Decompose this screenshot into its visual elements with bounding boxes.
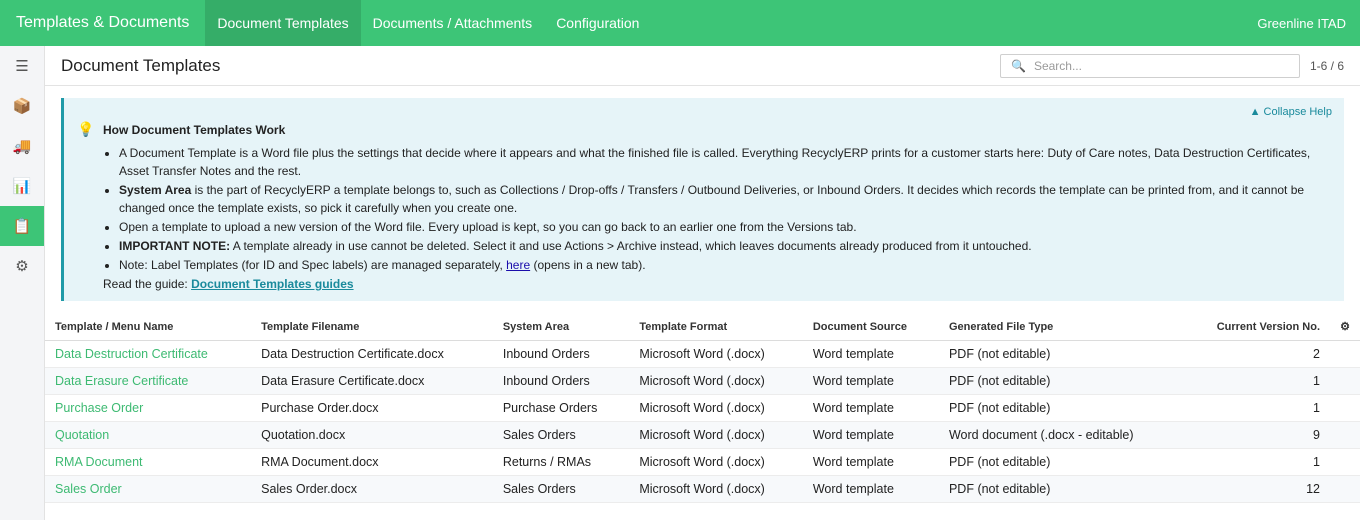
truck-icon[interactable]: 🚚 [0, 126, 44, 166]
template-name-link[interactable]: Data Erasure Certificate [45, 367, 252, 395]
search-icon: 🔍 [1011, 58, 1026, 73]
cell-system-area: Inbound Orders [492, 367, 630, 395]
column-settings-icon[interactable]: ⚙ [1330, 314, 1360, 341]
col-template-filename[interactable]: Template Filename [251, 314, 493, 341]
search-input[interactable] [1033, 58, 1274, 73]
cell-empty [1330, 421, 1360, 449]
page-title: Document Templates [61, 55, 221, 75]
top-nav: Document Templates Documents / Attachmen… [205, 0, 651, 46]
menu-icon[interactable]: ☰ [0, 46, 44, 86]
cell-filename: RMA Document.docx [251, 448, 493, 476]
app-brand[interactable]: Templates & Documents [0, 0, 205, 46]
col-current-version[interactable]: Current Version No. [1182, 314, 1330, 341]
cell-system-area: Sales Orders [492, 421, 630, 449]
template-name-link[interactable]: Data Destruction Certificate [45, 340, 252, 368]
help-panel: ▲ Collapse Help 💡 How Document Templates… [61, 98, 1344, 301]
cell-file-type: Word document (.docx - editable) [938, 421, 1183, 449]
table-row[interactable]: Data Erasure Certificate Data Erasure Ce… [45, 367, 1360, 395]
col-template-name[interactable]: Template / Menu Name [45, 314, 252, 341]
cell-file-type: PDF (not editable) [938, 394, 1183, 422]
page-header: Document Templates 🔍 1-6 / 6 [45, 46, 1360, 86]
cell-format: Microsoft Word (.docx) [629, 367, 803, 395]
guide-line: Read the guide: Document Templates guide… [103, 277, 354, 291]
col-generated-file-type[interactable]: Generated File Type [938, 314, 1183, 341]
cell-empty [1330, 394, 1360, 422]
nav-configuration[interactable]: Configuration [544, 0, 651, 46]
clipboard-icon[interactable]: 📋 [0, 206, 44, 246]
cell-empty [1330, 475, 1360, 503]
cell-filename: Data Erasure Certificate.docx [251, 367, 493, 395]
cell-filename: Data Destruction Certificate.docx [251, 340, 493, 368]
sidebar: ☰ 📦 🚚 📊 📋 ⚙ [0, 46, 45, 520]
cell-source: Word template [802, 367, 939, 395]
table-row[interactable]: Quotation Quotation.docx Sales Orders Mi… [45, 421, 1360, 449]
cell-file-type: PDF (not editable) [938, 475, 1183, 503]
table-row[interactable]: Sales Order Sales Order.docx Sales Order… [45, 475, 1360, 503]
chart-icon[interactable]: 📊 [0, 166, 44, 206]
cell-file-type: PDF (not editable) [938, 448, 1183, 476]
cell-source: Word template [802, 340, 939, 368]
table-row[interactable]: Data Destruction Certificate Data Destru… [45, 340, 1360, 368]
cell-empty [1330, 367, 1360, 395]
help-item: Open a template to upload a new version … [119, 218, 1330, 236]
cell-system-area: Purchase Orders [492, 394, 630, 422]
box-icon[interactable]: 📦 [0, 86, 44, 126]
cell-format: Microsoft Word (.docx) [629, 394, 803, 422]
table-row[interactable]: Purchase Order Purchase Order.docx Purch… [45, 394, 1360, 422]
cell-format: Microsoft Word (.docx) [629, 448, 803, 476]
col-document-source[interactable]: Document Source [802, 314, 939, 341]
cell-filename: Quotation.docx [251, 421, 493, 449]
help-item: Note: Label Templates (for ID and Spec l… [119, 256, 1330, 274]
lightbulb-icon: 💡 [77, 121, 95, 137]
cell-source: Word template [802, 475, 939, 503]
table-header-row: Template / Menu Name Template Filename S… [45, 314, 1360, 341]
col-template-format[interactable]: Template Format [629, 314, 803, 341]
cell-source: Word template [802, 394, 939, 422]
main-content: Document Templates 🔍 1-6 / 6 ▲ Collapse … [45, 46, 1360, 520]
guide-link[interactable]: Document Templates guides [191, 277, 353, 291]
help-list: A Document Template is a Word file plus … [119, 144, 1330, 274]
top-navbar: Templates & Documents Document Templates… [0, 0, 1360, 46]
label-templates-link[interactable]: here [506, 258, 530, 272]
cell-system-area: Returns / RMAs [492, 448, 630, 476]
template-name-link[interactable]: Quotation [45, 421, 252, 449]
pagination-count: 1-6 / 6 [1310, 58, 1345, 73]
collapse-help-link[interactable]: ▲ Collapse Help [1250, 106, 1332, 118]
cell-version: 12 [1182, 475, 1330, 503]
template-name-link[interactable]: Purchase Order [45, 394, 252, 422]
cell-system-area: Inbound Orders [492, 340, 630, 368]
cell-filename: Sales Order.docx [251, 475, 493, 503]
cell-format: Microsoft Word (.docx) [629, 421, 803, 449]
help-item: System Area is the part of RecyclyERP a … [119, 181, 1330, 217]
nav-documents-attachments[interactable]: Documents / Attachments [361, 0, 545, 46]
cell-version: 2 [1182, 340, 1330, 368]
cell-system-area: Sales Orders [492, 475, 630, 503]
cell-empty [1330, 448, 1360, 476]
company-name[interactable]: Greenline ITAD [1257, 16, 1360, 31]
cell-empty [1330, 340, 1360, 368]
cell-version: 9 [1182, 421, 1330, 449]
templates-table: Template / Menu Name Template Filename S… [45, 314, 1360, 503]
cell-source: Word template [802, 421, 939, 449]
template-name-link[interactable]: RMA Document [45, 448, 252, 476]
cell-filename: Purchase Order.docx [251, 394, 493, 422]
help-item: IMPORTANT NOTE: A template already in us… [119, 237, 1330, 255]
cell-source: Word template [802, 448, 939, 476]
table-row[interactable]: RMA Document RMA Document.docx Returns /… [45, 448, 1360, 476]
gear-icon[interactable]: ⚙ [0, 246, 44, 286]
cell-format: Microsoft Word (.docx) [629, 340, 803, 368]
cell-file-type: PDF (not editable) [938, 340, 1183, 368]
cell-version: 1 [1182, 394, 1330, 422]
cell-file-type: PDF (not editable) [938, 367, 1183, 395]
search-box[interactable]: 🔍 [1000, 53, 1300, 78]
cell-version: 1 [1182, 448, 1330, 476]
col-system-area[interactable]: System Area [492, 314, 630, 341]
cell-version: 1 [1182, 367, 1330, 395]
nav-document-templates[interactable]: Document Templates [205, 0, 361, 46]
template-name-link[interactable]: Sales Order [45, 475, 252, 503]
cell-format: Microsoft Word (.docx) [629, 475, 803, 503]
help-title: How Document Templates Work [103, 122, 286, 137]
help-item: A Document Template is a Word file plus … [119, 144, 1330, 180]
